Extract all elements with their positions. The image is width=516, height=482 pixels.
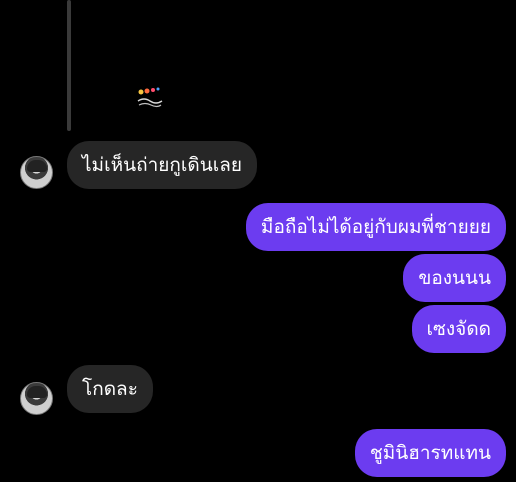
sender-avatar[interactable] [20,382,53,415]
message-bubble-outgoing[interactable]: เซงจัดด [411,305,506,353]
message-bubble-outgoing[interactable]: มือถือไม่ได้อยู่กับผมพี่ชายยย [245,203,506,251]
reply-thread-line [67,0,71,131]
message-text: ของนนน [418,267,491,289]
message-bubble-incoming[interactable]: โกดละ [67,365,153,413]
emoji-sticker[interactable] [136,86,164,108]
message-text: โกดละ [82,378,138,400]
message-bubble-outgoing[interactable]: ของนนน [403,254,506,302]
message-text: เซงจัดด [426,318,491,340]
sender-avatar[interactable] [20,156,53,189]
message-bubble-outgoing[interactable]: ชูมินิฮารทแทน [354,429,506,477]
message-bubble-incoming[interactable]: ไม่เห็นถ่ายกูเดินเลย [67,141,257,189]
message-text: ไม่เห็นถ่ายกูเดินเลย [82,154,242,176]
message-text: มือถือไม่ได้อยู่กับผมพี่ชายยย [260,216,491,238]
message-text: ชูมินิฮารทแทน [369,442,491,464]
